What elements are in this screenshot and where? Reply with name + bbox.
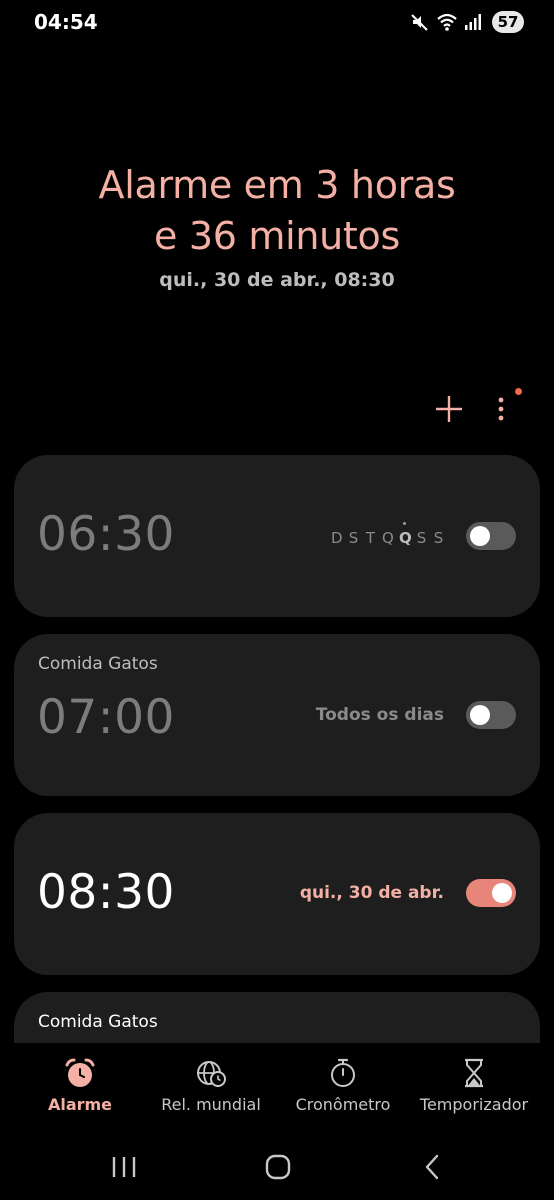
tab-rel-mundial[interactable]: Rel. mundial [142,1052,280,1122]
stopwatch-icon [331,1058,355,1087]
toggle-knob [470,705,490,725]
status-bar: 04:54 57 [0,0,554,46]
alarm-card[interactable]: 08:30 qui., 30 de abr. [14,813,540,975]
status-icons: 57 [410,11,524,33]
alarm-days: D S T Q Q S S [331,522,444,547]
home-icon[interactable] [260,1152,296,1182]
next-alarm-title-line2: e 36 minutos [154,214,400,258]
toggle-knob [470,526,490,546]
tab-alarme[interactable]: Alarme [11,1052,149,1122]
alarm-clock-icon [65,1058,95,1087]
notification-dot [515,388,522,395]
tab-label: Rel. mundial [161,1095,261,1114]
back-icon[interactable] [415,1152,451,1182]
day-letter: S [348,529,359,547]
alarm-toggle[interactable] [466,522,516,550]
next-alarm-title-line1: Alarme em 3 horas [98,163,456,207]
tab-label: Temporizador [419,1095,529,1114]
alarm-toggle[interactable] [466,879,516,907]
alarm-card[interactable]: 06:30 D S T Q Q S S [14,455,540,617]
day-letter-today: Q [399,522,412,547]
next-alarm-datetime: qui., 30 de abr., 08:30 [159,269,395,291]
day-letter: Q [382,529,394,547]
alarm-time: 07:00 [37,690,175,745]
alarm-card[interactable]: Comida Gatos 07:00 Todos os dias [14,634,540,796]
alarm-time: 06:30 [37,507,175,562]
tab-temporizador[interactable]: Temporizador [405,1052,543,1122]
alarm-time: 08:30 [37,865,175,920]
alarm-repeat: qui., 30 de abr. [299,883,444,903]
toggle-knob [492,883,512,903]
bottom-nav: Alarme Rel. mundial Cronômetro Temporiza… [0,1052,554,1122]
tab-cronometro[interactable]: Cronômetro [274,1052,412,1122]
mute-icon [411,14,428,31]
tab-label: Alarme [47,1095,113,1114]
day-letter: S [433,529,444,547]
wifi-icon [437,13,457,31]
day-letter: D [331,529,343,547]
tab-label: Cronômetro [295,1095,391,1114]
signal-icon [465,14,481,30]
system-nav-bar [0,1140,554,1196]
alarm-label: Comida Gatos [38,654,158,674]
alarm-repeat: Todos os dias [315,705,444,725]
recent-apps-icon[interactable] [106,1152,142,1182]
globe-clock-icon [197,1061,226,1087]
plus-icon[interactable] [432,392,466,426]
alarm-list[interactable]: 06:30 D S T Q Q S S Comida Gatos 07:00 T… [14,455,540,1043]
day-letter: T [365,529,376,547]
alarm-card[interactable]: Comida Gatos [14,992,540,1043]
more-vertical-icon[interactable] [488,392,514,426]
battery-indicator: 57 [492,11,524,33]
day-letter: S [416,529,427,547]
status-time: 04:54 [34,10,98,34]
hourglass-icon [465,1058,483,1088]
alarm-label: Comida Gatos [38,1012,158,1032]
next-alarm-title: Alarme em 3 horas e 36 minutos [0,160,554,262]
alarm-toggle[interactable] [466,701,516,729]
